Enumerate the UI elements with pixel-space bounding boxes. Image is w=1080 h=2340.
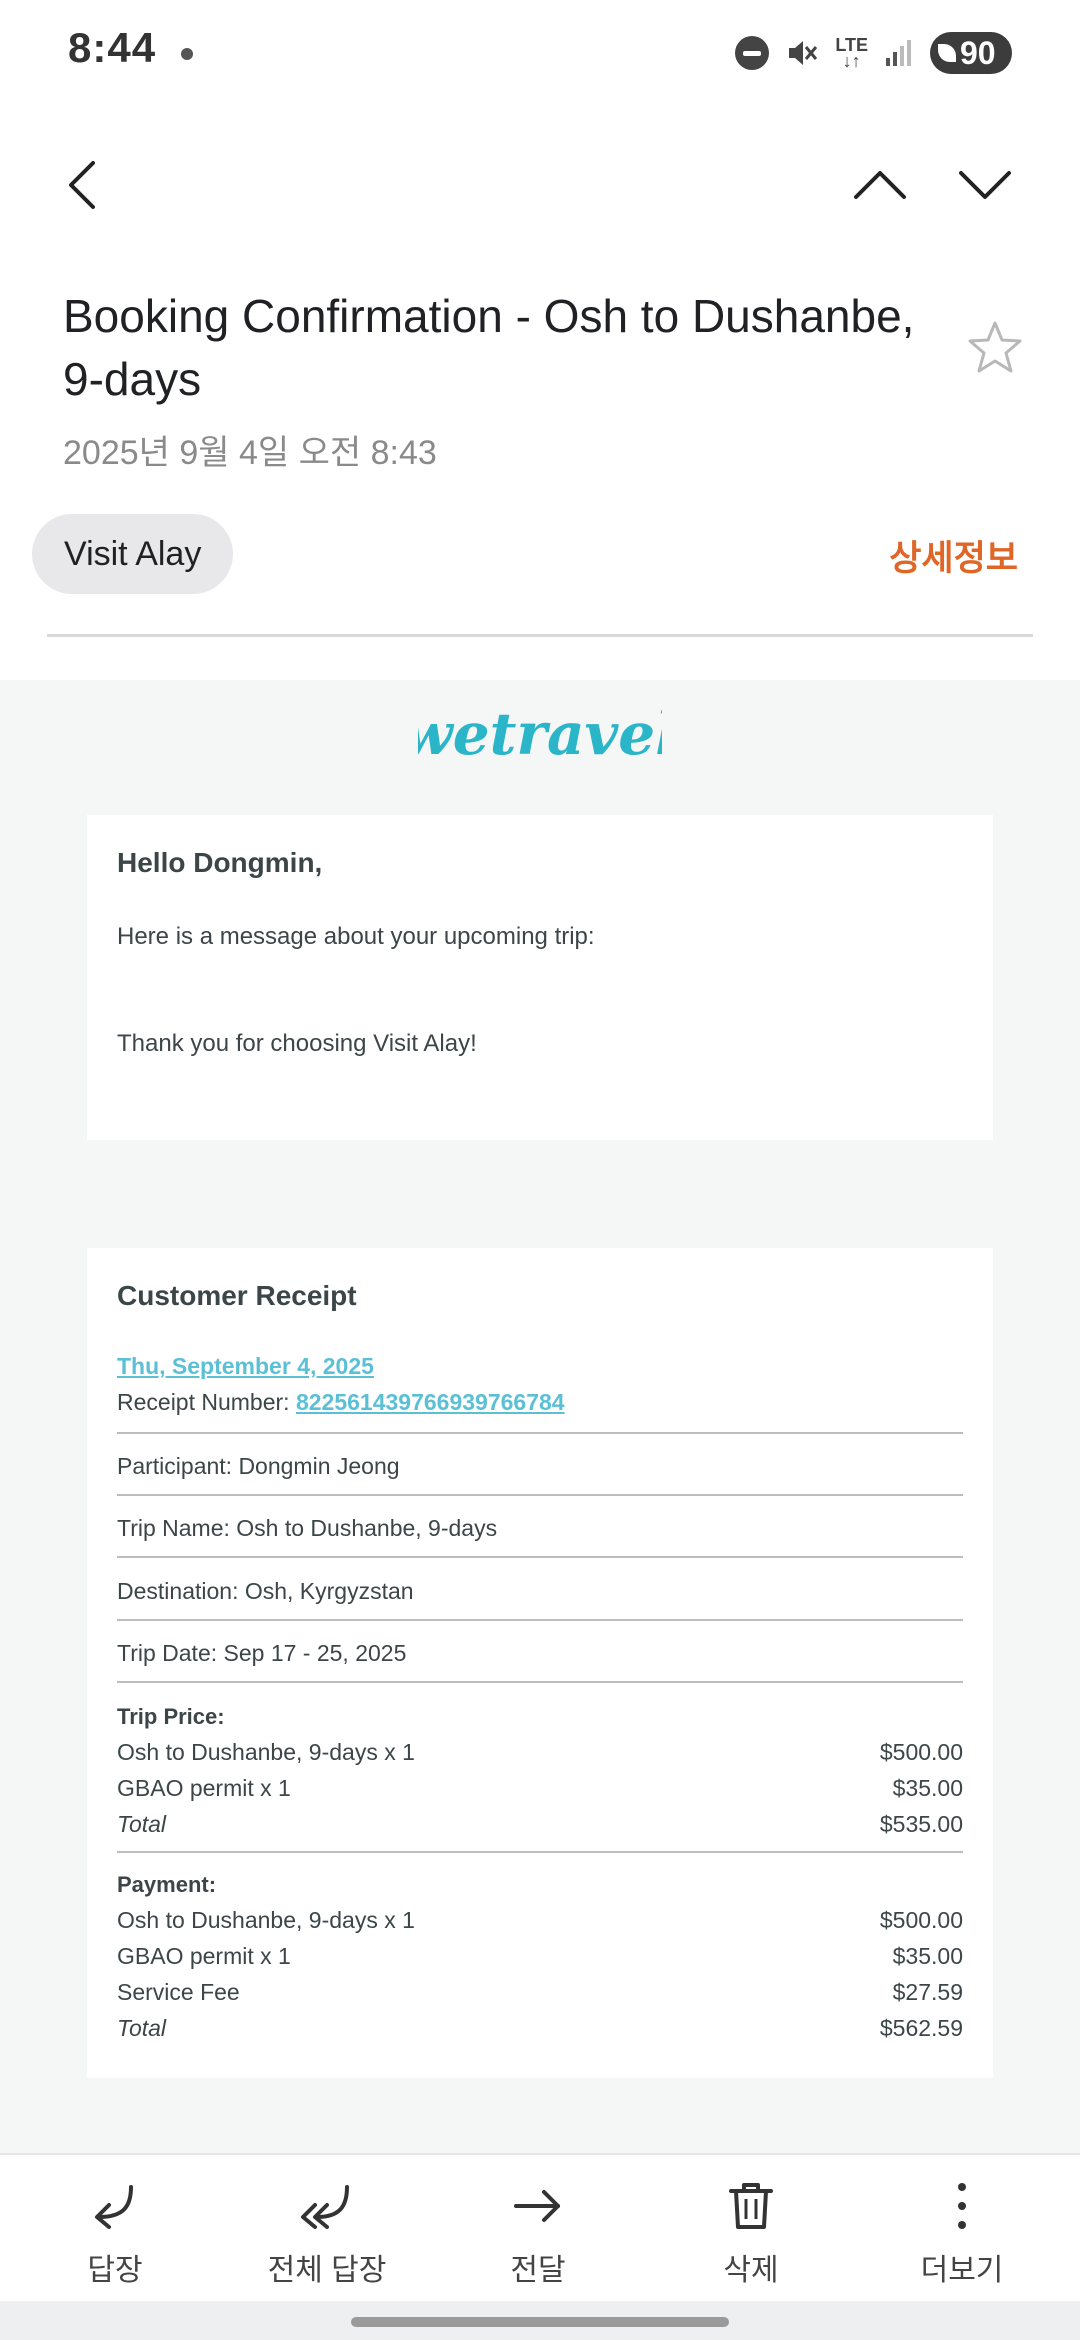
divider [117,1619,963,1621]
do-not-disturb-icon [735,36,770,70]
back-arrow-icon[interactable] [55,155,115,215]
battery-level: 90 [960,34,996,71]
payment-title: Payment: [117,1872,217,1897]
notification-dot-icon [181,48,193,60]
line-item: Service Fee $27.59 [117,1979,963,2005]
system-nav-area [0,2301,1080,2340]
forward-icon [514,2190,560,2222]
message-thanks: Thank you for choosing Visit Alay! [117,1030,477,1057]
line-item-total: Total $535.00 [117,1811,963,1837]
reply-all-button[interactable]: 전체 답장 [237,2181,417,2289]
message-card: Hello Dongmin, Here is a message about y… [87,815,993,1140]
power-saving-leaf-icon [938,44,956,62]
next-email-chevron-down-icon[interactable] [955,155,1015,215]
reply-button[interactable]: 답장 [25,2181,205,2289]
trash-icon [729,2183,773,2229]
trip-price-title: Trip Price: [117,1704,225,1729]
email-toolbar [0,140,1080,230]
status-time: 8:44 [68,24,157,71]
lte-indicator: LTE ↓↑ [835,35,868,71]
reply-icon [95,2185,133,2229]
line-item: GBAO permit x 1 $35.00 [117,1943,963,1969]
divider [117,1851,963,1853]
status-bar: 8:44 LTE ↓↑ 90 [0,0,1080,105]
battery-indicator: 90 [930,32,1012,74]
receipt-number: Receipt Number: 822561439766939766784 [117,1389,565,1415]
trip-name: Trip Name: Osh to Dushanbe, 9-days [117,1515,498,1541]
receipt-number-link[interactable]: 822561439766939766784 [296,1389,565,1415]
star-icon[interactable] [965,318,1025,378]
email-subject: Booking Confirmation - Osh to Dushanbe, … [63,290,915,405]
divider [117,1494,963,1496]
line-item: Osh to Dushanbe, 9-days x 1 $500.00 [117,1739,963,1765]
receipt-card: Customer Receipt Thu, September 4, 2025 … [87,1248,993,2078]
divider [117,1432,963,1434]
delete-button[interactable]: 삭제 [661,2181,841,2289]
header-divider [47,634,1033,637]
more-vertical-icon [958,2183,966,2229]
line-item: GBAO permit x 1 $35.00 [117,1775,963,1801]
line-item: Osh to Dushanbe, 9-days x 1 $500.00 [117,1907,963,1933]
participant: Participant: Dongmin Jeong [117,1453,400,1479]
signal-icon [886,40,911,66]
details-link[interactable]: 상세정보 [889,530,1018,581]
receipt-date-link[interactable]: Thu, September 4, 2025 [117,1353,374,1380]
wetravel-logo: wetravel [418,700,662,768]
sender-chip[interactable]: Visit Alay [32,514,234,594]
destination: Destination: Osh, Kyrgyzstan [117,1578,414,1604]
reply-all-icon [301,2185,349,2229]
trip-date: Trip Date: Sep 17 - 25, 2025 [117,1640,407,1666]
forward-button[interactable]: 전달 [448,2181,628,2289]
message-intro: Here is a message about your upcoming tr… [117,923,595,950]
receipt-title: Customer Receipt [117,1280,357,1311]
mute-icon [789,41,818,65]
status-icons: LTE ↓↑ 90 [735,30,1012,76]
home-indicator[interactable] [351,2317,729,2327]
greeting: Hello Dongmin, [117,847,323,878]
more-button[interactable]: 더보기 [872,2181,1052,2289]
email-body: wetravel Hello Dongmin, Here is a messag… [0,680,1080,2153]
line-item-total: Total $562.59 [117,2015,963,2041]
email-date: 2025년 9월 4일 오전 8:43 [63,434,437,472]
bottom-action-bar: 답장 전체 답장 전달 삭제 더보기 [0,2153,1080,2301]
divider [117,1556,963,1558]
previous-email-chevron-up-icon[interactable] [850,155,910,215]
svg-text:wetravel: wetravel [418,700,662,768]
divider [117,1681,963,1683]
